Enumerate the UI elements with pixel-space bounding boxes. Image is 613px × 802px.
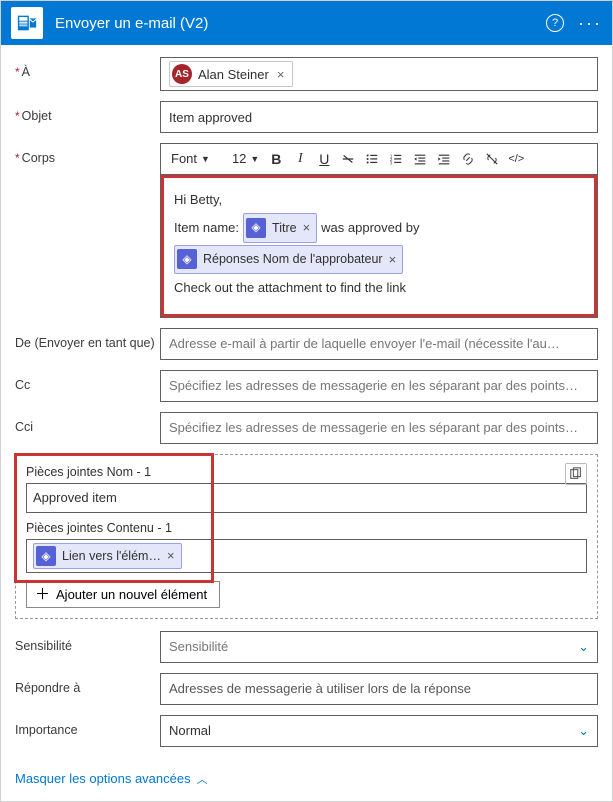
richtext-editor: Font ▼ 12 ▼ B I U <box>160 143 598 318</box>
attachment-content-label: Pièces jointes Contenu - 1 <box>26 521 587 535</box>
from-input[interactable]: Adresse e-mail à partir de laquelle envo… <box>160 328 598 360</box>
importance-select[interactable]: Normal ⌄ <box>160 715 598 747</box>
placeholder-text: Spécifiez les adresses de messagerie en … <box>169 420 589 435</box>
bcc-input[interactable]: Spécifiez les adresses de messagerie en … <box>160 412 598 444</box>
attachment-content-input[interactable]: ◈ Lien vers l'élém… × <box>26 539 587 573</box>
subject-input[interactable]: Item approved <box>160 101 598 133</box>
dynamic-content-icon: ◈ <box>36 546 56 566</box>
body-text: Item name: <box>174 216 239 239</box>
chevron-down-icon: ⌄ <box>578 639 589 655</box>
dynamic-content-icon: ◈ <box>177 249 197 269</box>
replyto-label: Répondre à <box>15 673 160 695</box>
card-header: Envoyer un e-mail (V2) ? ··· <box>1 1 612 45</box>
bullet-list-button[interactable] <box>361 148 383 170</box>
dynamic-token-titre[interactable]: ◈ Titre × <box>243 213 317 242</box>
subject-label: Objet <box>15 101 160 123</box>
code-view-button[interactable]: </> <box>505 148 527 170</box>
importance-value: Normal <box>169 723 211 738</box>
underline-button[interactable]: U <box>313 148 335 170</box>
remove-recipient-icon[interactable]: × <box>275 67 287 82</box>
attachment-name-input[interactable]: Approved item <box>26 483 587 513</box>
from-label: De (Envoyer en tant que) <box>15 328 160 350</box>
placeholder-text: Spécifiez les adresses de messagerie en … <box>169 378 589 393</box>
subject-value: Item approved <box>169 110 252 125</box>
cc-input[interactable]: Spécifiez les adresses de messagerie en … <box>160 370 598 402</box>
importance-label: Importance <box>15 715 160 737</box>
indent-button[interactable] <box>433 148 455 170</box>
chevron-down-icon: ⌄ <box>578 723 589 739</box>
toggle-advanced-link[interactable]: Masquer les options avancées ︿ <box>1 761 612 801</box>
unlink-button[interactable] <box>481 148 503 170</box>
replyto-input[interactable]: Adresses de messagerie à utiliser lors d… <box>160 673 598 705</box>
more-icon[interactable]: ··· <box>578 13 602 34</box>
attachment-name-value: Approved item <box>33 490 117 505</box>
remove-token-icon[interactable]: × <box>389 248 397 271</box>
attachment-picker-icon[interactable] <box>565 463 587 485</box>
body-greeting: Hi Betty, <box>174 188 584 211</box>
send-email-card: Envoyer un e-mail (V2) ? ··· À AS Alan S… <box>0 0 613 802</box>
svg-text:3: 3 <box>390 160 393 165</box>
numbered-list-button[interactable]: 123 <box>385 148 407 170</box>
caret-down-icon: ▼ <box>250 154 259 164</box>
card-title: Envoyer un e-mail (V2) <box>55 15 546 32</box>
placeholder-text: Adresses de messagerie à utiliser lors d… <box>169 681 471 696</box>
sensitivity-label: Sensibilité <box>15 631 160 653</box>
outdent-button[interactable] <box>409 148 431 170</box>
link-button[interactable] <box>457 148 479 170</box>
dynamic-token-approver[interactable]: ◈ Réponses Nom de l'approbateur × <box>174 245 403 274</box>
body-label: Corps <box>15 143 160 165</box>
chevron-up-icon: ︿ <box>197 771 208 787</box>
font-select[interactable]: Font ▼ <box>167 149 214 169</box>
attachment-name-label: Pièces jointes Nom - 1 <box>26 465 587 479</box>
plus-icon: ＋ <box>35 587 50 602</box>
sensitivity-select[interactable]: Sensibilité ⌄ <box>160 631 598 663</box>
richtext-body[interactable]: Hi Betty, Item name: ◈ Titre × was appro… <box>161 175 597 317</box>
bcc-label: Cci <box>15 412 160 434</box>
caret-down-icon: ▼ <box>201 154 210 164</box>
recipient-chip[interactable]: AS Alan Steiner × <box>169 61 293 87</box>
body-text: was approved by <box>321 216 419 239</box>
help-icon[interactable]: ? <box>546 14 564 32</box>
outlook-icon <box>11 7 43 39</box>
add-attachment-button[interactable]: ＋ Ajouter un nouvel élément <box>26 581 220 608</box>
placeholder-text: Adresse e-mail à partir de laquelle envo… <box>169 336 589 351</box>
bold-button[interactable]: B <box>265 148 287 170</box>
dynamic-content-icon: ◈ <box>246 218 266 238</box>
strikethrough-button[interactable] <box>337 148 359 170</box>
mail-icon <box>16 12 38 34</box>
to-field[interactable]: AS Alan Steiner × <box>160 57 598 91</box>
richtext-toolbar: Font ▼ 12 ▼ B I U <box>161 144 597 175</box>
placeholder-text: Sensibilité <box>169 639 578 654</box>
to-label: À <box>15 57 160 79</box>
attachments-section: Pièces jointes Nom - 1 Approved item Piè… <box>15 454 598 619</box>
fontsize-select[interactable]: 12 ▼ <box>228 149 263 169</box>
remove-token-icon[interactable]: × <box>303 216 311 239</box>
recipient-name: Alan Steiner <box>198 67 269 82</box>
remove-token-icon[interactable]: × <box>167 548 175 563</box>
italic-button[interactable]: I <box>289 148 311 170</box>
avatar: AS <box>172 64 192 84</box>
body-text: Check out the attachment to find the lin… <box>174 276 584 299</box>
dynamic-token-link[interactable]: ◈ Lien vers l'élém… × <box>33 543 182 569</box>
cc-label: Cc <box>15 370 160 392</box>
